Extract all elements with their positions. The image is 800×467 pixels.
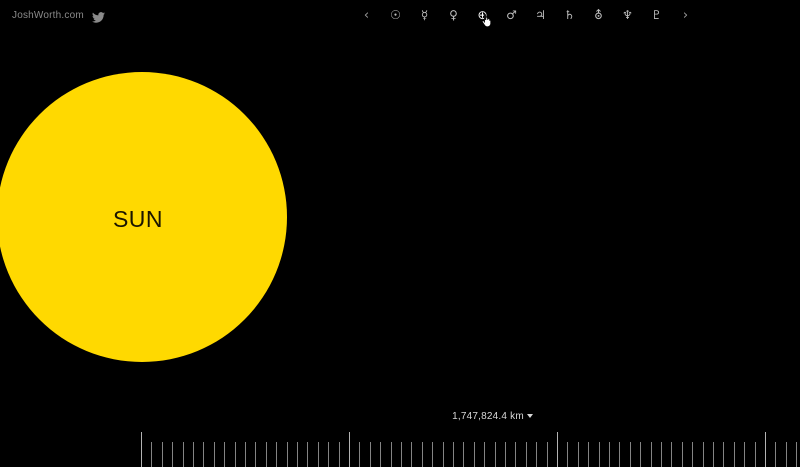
sun-symbol-icon: ☉ bbox=[390, 8, 401, 22]
nav-uranus-button[interactable]: ⛢ bbox=[584, 4, 613, 26]
pluto-symbol-icon: ♇ bbox=[651, 8, 662, 22]
dropdown-caret-icon bbox=[526, 414, 533, 419]
mercury-symbol-icon: ☿ bbox=[420, 8, 429, 22]
uranus-symbol-icon: ⛢ bbox=[594, 8, 603, 22]
distance-ruler[interactable] bbox=[0, 428, 800, 467]
site-link[interactable]: JoshWorth.com bbox=[12, 10, 84, 21]
nav-neptune-button[interactable]: ♆ bbox=[613, 4, 642, 26]
twitter-icon[interactable] bbox=[91, 10, 105, 23]
nav-pluto-button[interactable]: ♇ bbox=[642, 4, 671, 26]
sun-label: SUN bbox=[112, 205, 164, 232]
planet-nav: ‹ ☉ ☿ ♀ ⊕ ♂ ♃ ♄ ⛢ ♆ ♇ › bbox=[352, 4, 700, 27]
nav-venus-button[interactable]: ♀ bbox=[439, 4, 468, 26]
distance-value: 1,747,824.4 km bbox=[452, 411, 524, 422]
previous-arrow-icon[interactable]: ‹ bbox=[352, 4, 381, 26]
nav-mars-button[interactable]: ♂ bbox=[497, 4, 526, 26]
earth-symbol-icon: ⊕ bbox=[477, 8, 488, 22]
jupiter-symbol-icon: ♃ bbox=[535, 8, 546, 22]
distance-readout[interactable]: 1,747,824.4 km bbox=[0, 411, 800, 422]
nav-mercury-button[interactable]: ☿ bbox=[410, 4, 439, 26]
venus-symbol-icon: ♀ bbox=[449, 8, 458, 22]
nav-sun-button[interactable]: ☉ bbox=[381, 4, 410, 26]
solar-system-scale-view: JoshWorth.com ‹ ☉ ☿ ♀ ⊕ ♂ ♃ ♄ ⛢ ♆ ♇ › SU… bbox=[0, 0, 800, 467]
nav-saturn-button[interactable]: ♄ bbox=[555, 4, 584, 26]
nav-jupiter-button[interactable]: ♃ bbox=[526, 4, 555, 26]
nav-earth-button[interactable]: ⊕ bbox=[468, 4, 497, 27]
next-arrow-icon[interactable]: › bbox=[671, 4, 700, 26]
neptune-symbol-icon: ♆ bbox=[622, 8, 633, 22]
mars-symbol-icon: ♂ bbox=[506, 8, 517, 22]
header-brand: JoshWorth.com bbox=[12, 10, 105, 23]
sun-body[interactable]: SUN bbox=[0, 72, 287, 362]
saturn-symbol-icon: ♄ bbox=[564, 8, 575, 22]
